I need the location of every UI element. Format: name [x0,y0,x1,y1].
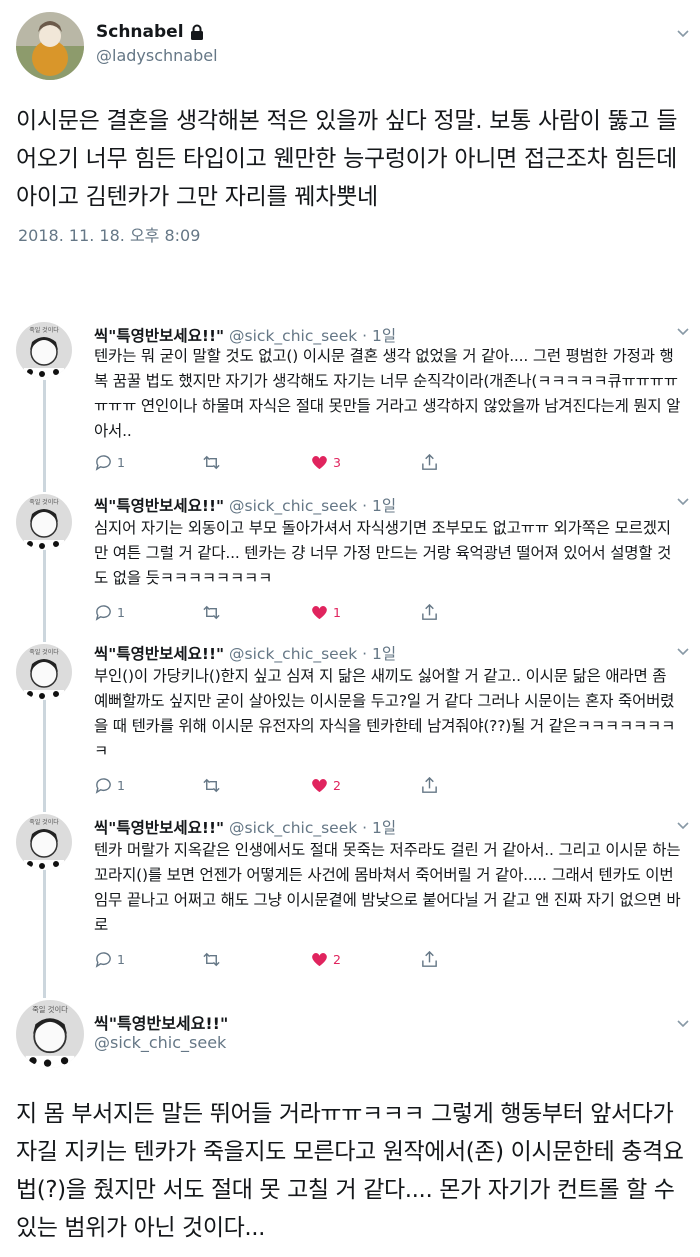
chevron-down-icon[interactable] [676,494,690,508]
thread-line [43,550,46,642]
author-name[interactable]: Schnabel [96,22,184,42]
reply-header: 씩"특영반보세요!!" @sick_chic_seek · 1일 [94,494,396,516]
chevron-down-icon[interactable] [676,324,690,338]
svg-text:죽일 것이다: 죽일 것이다 [29,326,59,334]
reply-meta[interactable]: @sick_chic_seek · 1일 [229,327,396,345]
share-icon [422,950,437,967]
comment-icon [95,455,111,471]
reply-text: 심지어 자기는 외동이고 부모 돌아가셔서 자식생기면 조부모도 없고ㅠㅠ 외가… [94,519,672,587]
reply-header: 씩"특영반보세요!!" @sick_chic_seek · 1일 [94,642,396,664]
retweet-icon [203,778,220,793]
like-button[interactable]: 2 [310,776,341,795]
author-avatar[interactable] [16,12,84,80]
tweet-text: 이시문은 결혼을 생각해본 적은 있을까 싶다 정말. 보통 사람이 뚫고 들어… [16,108,678,210]
like-button[interactable]: 3 [310,453,341,472]
share-button[interactable] [420,950,443,969]
reply-header: 씩"특영반보세요!!" @sick_chic_seek · 1일 [94,816,396,838]
reply-header: 씩"특영반보세요!!" @sick_chic_seek · 1일 [94,324,396,346]
share-icon [422,453,437,470]
thread-line [43,380,46,492]
lock-icon [190,24,203,40]
heart-icon [312,606,327,620]
reply-text: 부인()이 가당키나()한지 싶고 심져 지 닮은 새끼도 싫어할 거 같고..… [94,667,676,760]
reply-text: 텐카 머랄가 지옥같은 인생에서도 절대 못죽는 저주라도 걸린 거 같아서..… [94,841,681,934]
svg-text:죽일 것이다: 죽일 것이다 [32,1005,68,1014]
thread-line [43,870,46,998]
like-button[interactable]: 1 [310,603,341,622]
retweet-button[interactable] [202,776,225,795]
reply-button[interactable]: 1 [94,776,125,795]
like-count: 2 [333,952,341,967]
share-button[interactable] [420,453,443,472]
avatar[interactable]: 죽일 것이다 [16,1000,84,1068]
reply-author-name[interactable]: 씩"특영반보세요!!" [94,327,224,345]
chevron-down-icon[interactable] [676,818,690,832]
reply-text: 텐카는 뭐 굳이 말할 것도 없고() 이시문 결혼 생각 없었을 거 같아..… [94,347,681,440]
chevron-down-icon[interactable] [676,644,690,658]
heart-icon [312,953,327,967]
reply-count: 1 [117,455,125,470]
thread-line [43,700,46,812]
comment-icon [95,605,111,621]
svg-text:죽일 것이다: 죽일 것이다 [29,818,59,826]
reply-author-name[interactable]: 씩"특영반보세요!!" [94,819,224,837]
tweet-timestamp[interactable]: 2018. 11. 18. 오후 8:09 [18,222,200,246]
share-button[interactable] [420,603,443,622]
comment-icon [95,778,111,794]
reply-meta[interactable]: @sick_chic_seek · 1일 [229,645,396,663]
final-author-name[interactable]: 씩"특영반보세요!!" [94,1010,228,1034]
heart-icon [312,456,327,470]
retweet-icon [203,952,220,967]
reply-button[interactable]: 1 [94,950,125,969]
reply-count: 1 [117,952,125,967]
share-icon [422,776,437,793]
avatar[interactable]: 죽일 것이다 [16,322,72,378]
reply-button[interactable]: 1 [94,453,125,472]
svg-text:죽일 것이다: 죽일 것이다 [29,648,59,656]
author-handle[interactable]: @ladyschnabel [96,46,218,65]
retweet-button[interactable] [202,950,225,969]
like-count: 1 [333,605,341,620]
final-author-handle[interactable]: @sick_chic_seek [94,1033,226,1052]
chevron-down-icon[interactable] [676,1016,690,1030]
chevron-down-icon[interactable] [676,26,690,40]
reply-count: 1 [117,605,125,620]
reply-meta[interactable]: @sick_chic_seek · 1일 [229,819,396,837]
heart-icon [312,779,327,793]
reply-author-name[interactable]: 씩"특영반보세요!!" [94,645,224,663]
reply-button[interactable]: 1 [94,603,125,622]
share-button[interactable] [420,776,443,795]
comment-icon [95,952,111,968]
retweet-icon [203,455,220,470]
svg-text:죽일 것이다: 죽일 것이다 [29,498,59,506]
like-button[interactable]: 2 [310,950,341,969]
avatar[interactable]: 죽일 것이다 [16,814,72,870]
reply-author-name[interactable]: 씩"특영반보세요!!" [94,497,224,515]
like-count: 3 [333,455,341,470]
avatar[interactable]: 죽일 것이다 [16,494,72,550]
retweet-icon [203,605,220,620]
like-count: 2 [333,778,341,793]
retweet-button[interactable] [202,603,225,622]
reply-meta[interactable]: @sick_chic_seek · 1일 [229,497,396,515]
author-name-row[interactable]: Schnabel [96,22,204,42]
reply-count: 1 [117,778,125,793]
share-icon [422,603,437,620]
retweet-button[interactable] [202,453,225,472]
avatar[interactable]: 죽일 것이다 [16,644,72,700]
final-tweet-text: 지 몸 부서지든 말든 뛰어들 거라ㅠㅠㅋㅋㅋ 그렇게 행동부터 앞서다가 자길… [16,1101,684,1241]
